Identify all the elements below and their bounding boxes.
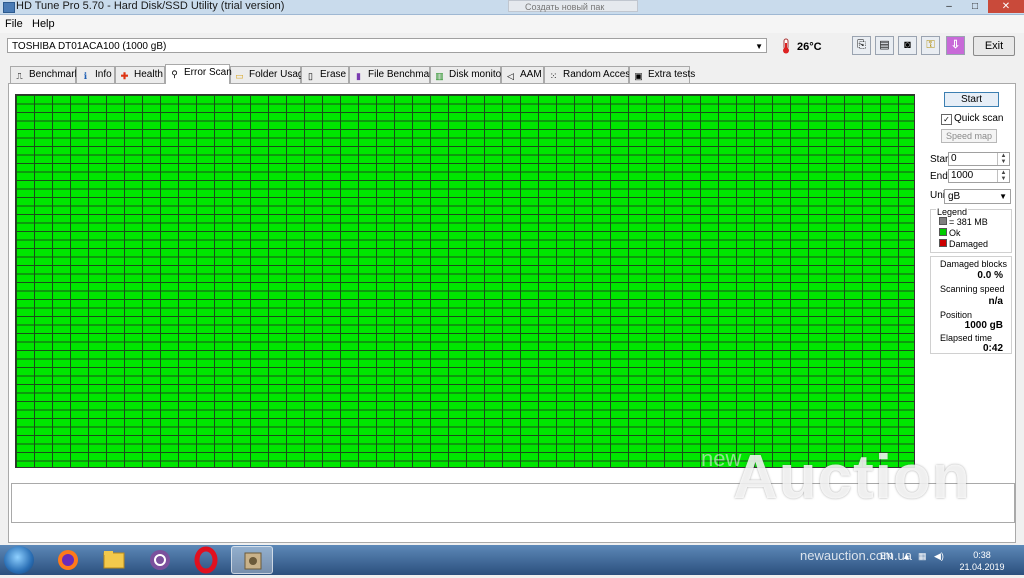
volume-icon[interactable]: ◀): [934, 551, 944, 562]
explorer-icon[interactable]: [93, 546, 135, 574]
watermark: new Auction ©lvitan: [697, 443, 1015, 542]
background-window-tab[interactable]: Создать новый пак: [508, 0, 638, 12]
clock-time: 0:38: [973, 550, 991, 560]
tab-aam[interactable]: ◁ AAM: [501, 66, 544, 83]
extra-tests-icon: ▣: [634, 71, 643, 81]
drive-select-value: TOSHIBA DT01ACA100 (1000 gB): [12, 41, 167, 52]
opera-icon[interactable]: [185, 546, 227, 574]
disk-monitor-icon: ▥: [435, 71, 444, 81]
position-value: 1000 gB: [964, 320, 1003, 331]
end-input-value: 1000: [951, 170, 974, 181]
legend-title: Legend: [936, 207, 969, 217]
thermometer-icon: [783, 38, 789, 54]
close-button[interactable]: ✕: [988, 0, 1024, 13]
speed-map-button[interactable]: Speed map: [941, 129, 997, 143]
tab-error-scan[interactable]: ⚲ Error Scan: [165, 64, 232, 84]
start-input[interactable]: 0 ▲ ▼: [948, 152, 1010, 166]
clock-date: 21.04.2019: [959, 562, 1005, 572]
legend-box: Legend = 381 MB Ok Damaged: [930, 207, 1012, 253]
legend-swatch: [939, 217, 947, 225]
maximize-button[interactable]: □: [962, 0, 988, 13]
scanning-speed-label: Scanning speed: [940, 284, 1005, 294]
tab-benchmark[interactable]: ⎍ Benchmark: [10, 66, 80, 83]
tab-random-access[interactable]: ⁙ Random Access: [544, 66, 635, 83]
elapsed-time-value: 0:42: [982, 343, 1003, 354]
spin-arrows-icon[interactable]: ▲ ▼: [997, 153, 1009, 165]
keys-icon[interactable]: ⚿: [921, 36, 940, 55]
chevron-down-icon: ▼: [999, 192, 1007, 201]
window-title: HD Tune Pro 5.70 - Hard Disk/SSD Utility…: [16, 0, 285, 12]
legend-item-damaged: Damaged: [939, 239, 988, 249]
network-icon[interactable]: ▦: [918, 551, 927, 562]
tab-folder-usage[interactable]: ▭ Folder Usage: [230, 66, 309, 83]
drive-select[interactable]: TOSHIBA DT01ACA100 (1000 gB) ▼: [7, 38, 767, 53]
unit-select-value: gB: [948, 191, 961, 202]
erase-icon: ▯: [308, 71, 313, 81]
health-icon: ✚: [120, 71, 129, 81]
file-benchmark-icon: ▮: [356, 71, 361, 81]
app-icon: [3, 2, 15, 13]
elapsed-time-label: Elapsed time: [940, 333, 993, 343]
stats-box: Damaged blocks 0.0 % Scanning speed n/a …: [930, 256, 1012, 354]
magnifier-icon: ⚲: [171, 69, 178, 79]
tab-erase[interactable]: ▯ Erase: [301, 66, 349, 83]
firefox-icon[interactable]: [47, 546, 89, 574]
tab-disk-monitor[interactable]: ▥ Disk monitor: [430, 66, 505, 83]
end-input[interactable]: 1000 ▲ ▼: [948, 169, 1010, 183]
scanning-speed-value: n/a: [988, 296, 1003, 307]
legend-swatch: [939, 228, 947, 236]
watermark-user: ©lvitan: [841, 528, 875, 540]
viber-icon[interactable]: [139, 546, 181, 574]
benchmark-icon: ⎍: [16, 71, 23, 81]
chevron-down-icon: ▼: [755, 42, 763, 51]
download-icon[interactable]: ⇩: [946, 36, 965, 55]
folder-icon: ▭: [235, 71, 244, 81]
camera-icon[interactable]: ◙: [898, 36, 917, 55]
temperature-readout: 26°C: [797, 41, 822, 53]
copy-screenshot-icon[interactable]: ▤: [875, 36, 894, 55]
tab-extra-tests[interactable]: ▣ Extra tests: [629, 66, 695, 83]
legend-item-block-size: = 381 MB: [939, 217, 988, 227]
tab-bar: ⎍ Benchmark ℹ Info ✚ Health ⚲ Error Scan ▭ Fo…: [8, 64, 1018, 84]
minimize-button[interactable]: –: [936, 0, 962, 13]
start-input-value: 0: [951, 153, 957, 164]
quick-scan-checkbox[interactable]: ✓ Quick scan: [941, 113, 1003, 125]
scan-block-grid: [15, 94, 915, 468]
legend-swatch: [939, 239, 947, 247]
info-icon: ℹ: [83, 71, 88, 81]
watermark-brand: Auction: [733, 443, 971, 512]
legend-item-ok: Ok: [939, 228, 961, 238]
damaged-blocks-value: 0.0 %: [977, 270, 1003, 281]
random-access-icon: ⁙: [549, 71, 558, 81]
taskbar-clock[interactable]: 0:38 21.04.2019: [952, 549, 1012, 573]
exit-button[interactable]: Exit: [973, 36, 1015, 56]
tab-info[interactable]: ℹ Info: [76, 66, 115, 83]
end-label: End: [930, 171, 948, 182]
position-label: Position: [940, 310, 973, 320]
start-scan-button[interactable]: Start: [944, 92, 999, 107]
unit-select[interactable]: gB ▼: [944, 189, 1011, 204]
copy-info-icon[interactable]: ⎘: [852, 36, 871, 55]
watermark-url: newauction.com.ua: [800, 548, 913, 563]
menu-file[interactable]: File: [5, 18, 23, 30]
menu-bar: File Help: [0, 15, 1024, 33]
hdtune-icon[interactable]: [231, 546, 273, 574]
windows-start-icon[interactable]: [4, 546, 34, 574]
spin-arrows-icon[interactable]: ▲ ▼: [997, 170, 1009, 182]
checkmark-icon: ✓: [941, 114, 952, 125]
damaged-blocks-label: Damaged blocks: [940, 259, 1008, 269]
speaker-icon: ◁: [507, 71, 514, 81]
tab-health[interactable]: ✚ Health: [115, 66, 165, 83]
menu-help[interactable]: Help: [32, 18, 55, 30]
tab-file-benchmark[interactable]: ▮ File Benchmark: [349, 66, 437, 83]
